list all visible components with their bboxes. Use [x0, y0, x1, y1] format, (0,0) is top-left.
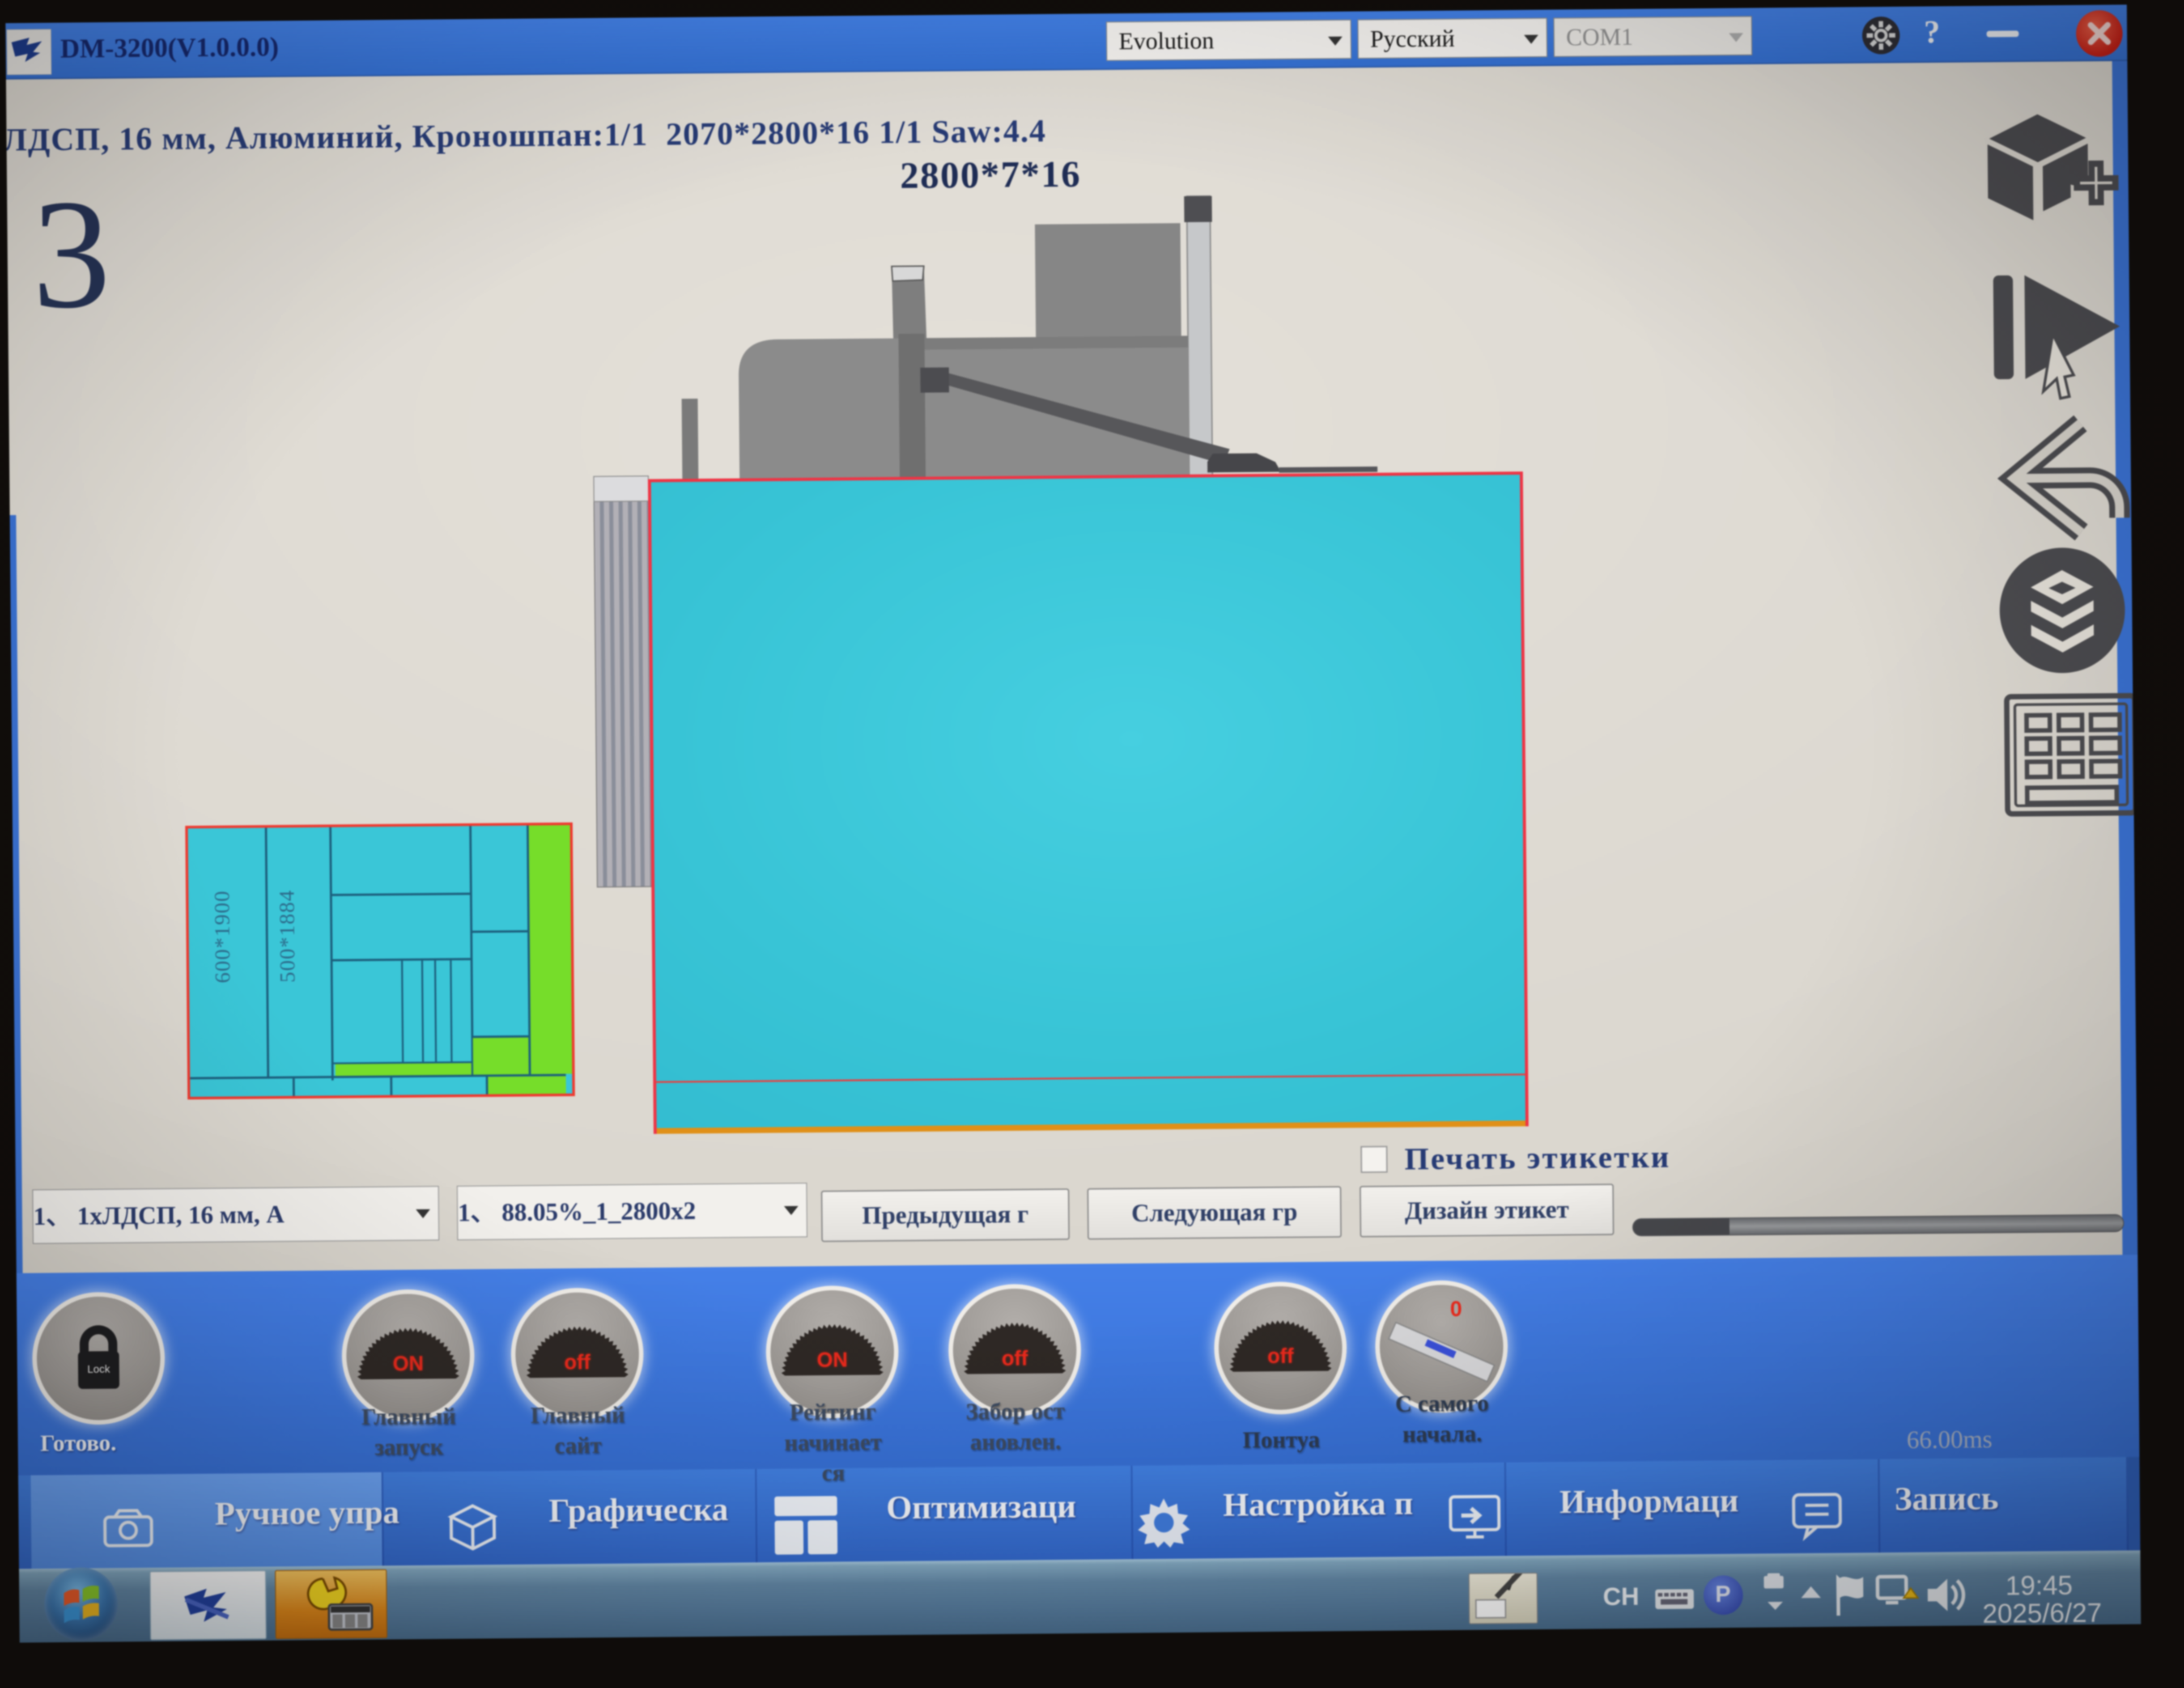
svg-text:Lock: Lock — [87, 1363, 110, 1375]
svg-text:0: 0 — [1450, 1297, 1462, 1321]
